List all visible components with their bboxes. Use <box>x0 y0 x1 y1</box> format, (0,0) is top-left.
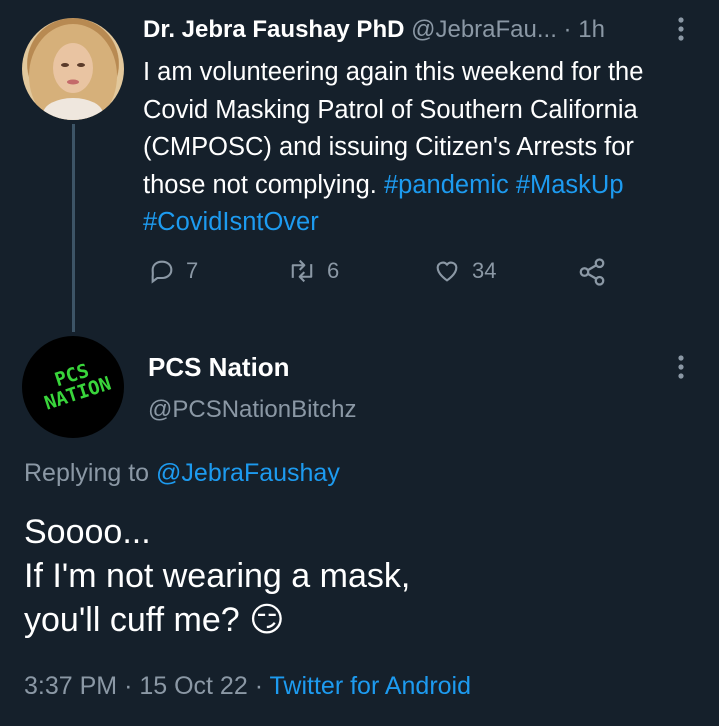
tweet-text: I am volunteering again this weekend for… <box>143 54 703 242</box>
timestamp[interactable]: 1h <box>578 16 605 43</box>
tweet-header: Dr. Jebra Faushay PhD @JebraFau... · 1h <box>143 16 605 44</box>
more-icon[interactable] <box>675 14 687 44</box>
reply-line-text: you'll cuff me? <box>24 601 240 639</box>
display-name[interactable]: Dr. Jebra Faushay PhD <box>143 16 404 43</box>
smirk-emoji-icon: 😏 <box>249 601 285 639</box>
reply-button[interactable]: 7 <box>148 257 198 285</box>
tweet-meta: 3:37 PM · 15 Oct 22 · Twitter for Androi… <box>24 672 471 701</box>
handle[interactable]: @PCSNationBitchz <box>148 396 356 424</box>
display-name[interactable]: PCS Nation <box>148 352 290 383</box>
retweet-icon <box>291 259 313 283</box>
reply-line: If I'm not wearing a mask, <box>24 557 411 595</box>
handle[interactable]: @JebraFau... <box>411 16 557 43</box>
date[interactable]: 15 Oct 22 <box>139 672 247 700</box>
like-count: 34 <box>472 258 497 283</box>
source-link[interactable]: Twitter for Android <box>270 672 471 700</box>
avatar[interactable]: PCS NATION <box>22 336 124 438</box>
retweet-button[interactable]: 6 <box>287 257 339 285</box>
reply-text: Soooo... If I'm not wearing a mask, you'… <box>24 510 704 642</box>
thread-line <box>72 124 75 332</box>
separator: · <box>563 16 572 43</box>
heart-icon <box>436 261 458 282</box>
share-icon <box>579 258 605 286</box>
more-icon[interactable] <box>675 352 687 382</box>
time[interactable]: 3:37 PM <box>24 672 117 700</box>
replying-to: Replying to @JebraFaushay <box>24 459 340 488</box>
reply-line: Soooo... <box>24 513 151 551</box>
reply-icon <box>151 260 173 284</box>
reply-line: you'll cuff me? 😏 <box>24 598 704 642</box>
separator: · <box>254 672 264 700</box>
hashtag[interactable]: #pandemic <box>384 171 509 199</box>
hashtag[interactable]: #MaskUp <box>516 171 624 199</box>
avatar-logo-text: PCS NATION <box>41 359 114 415</box>
retweet-count: 6 <box>327 258 340 283</box>
separator: · <box>124 672 133 700</box>
replying-prefix: Replying to <box>24 459 150 487</box>
reply-count: 7 <box>186 258 199 283</box>
share-button[interactable] <box>577 257 607 287</box>
avatar[interactable] <box>22 18 124 120</box>
hashtag[interactable]: #CovidIsntOver <box>143 208 319 236</box>
replying-handle-link[interactable]: @JebraFaushay <box>156 459 340 487</box>
like-button[interactable]: 34 <box>432 257 496 285</box>
